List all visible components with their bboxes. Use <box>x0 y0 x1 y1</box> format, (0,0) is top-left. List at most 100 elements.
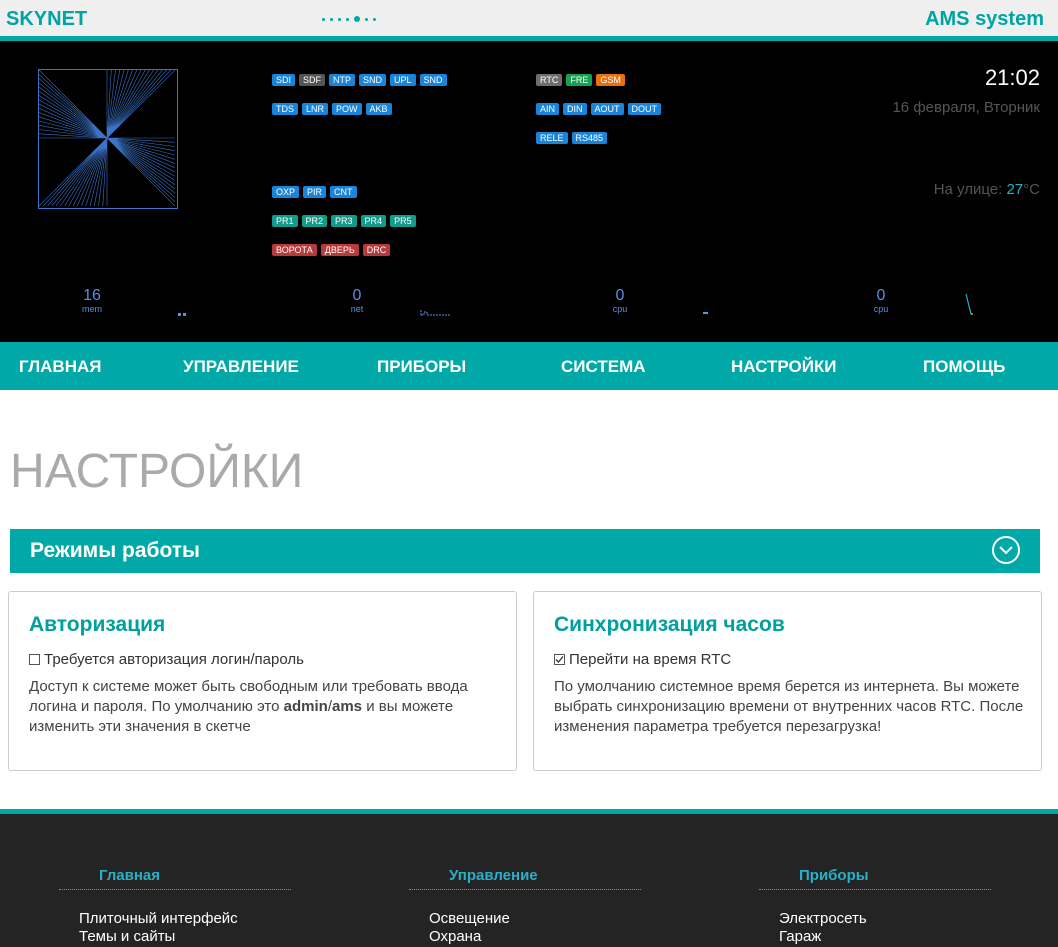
stat-cpu-2: 0 cpu <box>851 287 911 315</box>
status-badge[interactable]: AIN <box>536 103 560 115</box>
status-badge[interactable]: SDF <box>299 74 326 86</box>
badge-row: SDI SDF NTP SND UPL SND <box>272 74 447 86</box>
status-badge[interactable]: TDS <box>272 103 298 115</box>
card-description: По умолчанию системное время берется из … <box>554 678 1024 735</box>
loading-dots-icon <box>322 16 376 22</box>
stat-label: net <box>350 304 364 314</box>
badge-row: OXP PIR CNT <box>272 186 357 198</box>
badge-row: RTC FRE GSM <box>536 74 625 86</box>
status-badge[interactable]: CNT <box>330 186 357 198</box>
page-title: НАСТРОЙКИ <box>10 445 304 498</box>
stat-value: 0 <box>876 287 886 304</box>
status-badge[interactable]: PR2 <box>301 215 328 227</box>
checkbox-label: Перейти на время RTC <box>569 651 732 668</box>
clock-time: 21:02 <box>984 65 1040 90</box>
status-badge[interactable]: DOUT <box>627 103 662 115</box>
dashboard-panel: SDI SDF NTP SND UPL SND TDS LNR POW AKB OXP PIR CNT P… <box>0 41 1058 342</box>
status-badge[interactable]: RELE <box>536 132 568 144</box>
status-badge[interactable]: SND <box>359 74 387 86</box>
status-badge[interactable]: RTC <box>536 74 563 86</box>
rtc-time-checkbox[interactable]: Перейти на время RTC <box>554 651 731 668</box>
section-header-modes[interactable]: Режимы работы <box>10 529 1040 573</box>
stat-value: 0 <box>352 287 362 304</box>
footer-link[interactable]: Гараж <box>779 928 821 945</box>
stat-label: cpu <box>612 304 628 314</box>
card-authorization: Авторизация Требуется авторизация логин/… <box>8 591 517 771</box>
outside-temp-unit: °C <box>1023 181 1040 198</box>
section-title: Режимы работы <box>30 539 200 562</box>
card-description: Доступ к системе может быть свободным ил… <box>29 677 502 737</box>
footer-link[interactable]: Освещение <box>429 910 510 927</box>
stat-value: 0 <box>615 287 625 304</box>
status-badge[interactable]: PR1 <box>272 215 298 227</box>
top-bar: SKYNET AMS system <box>0 0 1058 41</box>
status-badge[interactable]: PR4 <box>360 215 387 227</box>
card-title: Синхронизация часов <box>554 613 785 636</box>
status-badge[interactable]: AKB <box>365 103 392 115</box>
skynet-logo-icon <box>38 69 178 209</box>
stat-label: mem <box>82 304 102 314</box>
chevron-down-icon[interactable] <box>992 536 1020 564</box>
badge-row: AIN DIN AOUT DOUT <box>536 103 662 115</box>
net-sparkline-icon <box>420 309 451 316</box>
badge-row: PR1 PR2 PR3 PR4 PR5 <box>272 215 416 227</box>
stat-value: 16 <box>83 287 101 304</box>
nav-item-settings[interactable]: НАСТРОЙКИ <box>731 357 837 377</box>
checkbox-unchecked-icon[interactable] <box>29 654 40 665</box>
footer-divider <box>59 889 291 890</box>
main-navigation: ГЛАВНАЯ УПРАВЛЕНИЕ ПРИБОРЫ СИСТЕМА НАСТР… <box>0 342 1058 390</box>
status-badge[interactable]: PIR <box>303 186 327 198</box>
cpu-2-sparkline-icon <box>965 293 973 315</box>
current-date: 16 февраля, Вторник <box>892 99 1040 116</box>
stat-cpu: 0 cpu <box>590 287 650 315</box>
footer-divider <box>759 889 991 890</box>
footer-heading[interactable]: Приборы <box>799 867 869 884</box>
status-badge[interactable]: UPL <box>390 74 416 86</box>
status-badge[interactable]: RS485 <box>571 132 608 144</box>
badge-row: TDS LNR POW AKB <box>272 103 392 115</box>
status-badge[interactable]: SND <box>419 74 447 86</box>
footer-link[interactable]: Охрана <box>429 928 481 945</box>
outside-label: На улице: <box>933 181 1007 198</box>
status-badge[interactable]: GSM <box>596 74 625 86</box>
footer-heading[interactable]: Управление <box>449 867 538 884</box>
system-name: AMS system <box>925 8 1044 30</box>
outside-temperature: На улице: 27°C <box>934 181 1040 198</box>
status-badge[interactable]: LNR <box>302 103 329 115</box>
footer-link[interactable]: Электросеть <box>779 910 867 927</box>
status-badge[interactable]: FRE <box>566 74 593 86</box>
status-badge[interactable]: OXP <box>272 186 300 198</box>
nav-item-home[interactable]: ГЛАВНАЯ <box>19 357 101 377</box>
card-title: Авторизация <box>29 613 166 636</box>
footer: Главная Плиточный интерфейс Темы и сайты… <box>0 809 1058 947</box>
default-password: ams <box>332 698 363 715</box>
status-badge[interactable]: DIN <box>563 103 587 115</box>
status-badge[interactable]: PR3 <box>331 215 357 227</box>
checkbox-label: Требуется авторизация логин/пароль <box>44 651 304 668</box>
auth-required-checkbox[interactable]: Требуется авторизация логин/пароль <box>29 651 304 668</box>
brand-logo-text[interactable]: SKYNET <box>6 8 87 31</box>
status-badge[interactable]: AOUT <box>590 103 624 115</box>
cpu-sparkline-icon <box>703 312 708 314</box>
status-badge[interactable]: NTP <box>329 74 356 86</box>
nav-item-help[interactable]: ПОМОЩЬ <box>923 357 1005 377</box>
status-badge[interactable]: DRC <box>362 244 391 256</box>
footer-link[interactable]: Плиточный интерфейс <box>79 910 238 927</box>
status-badge[interactable]: SDI <box>272 74 296 86</box>
status-badge[interactable]: POW <box>332 103 362 115</box>
stat-label: cpu <box>873 304 889 314</box>
outside-temp-value: 27 <box>1006 181 1024 198</box>
footer-heading[interactable]: Главная <box>99 867 160 884</box>
status-badge[interactable]: PR5 <box>390 215 416 227</box>
stat-net: 0 net <box>327 287 387 315</box>
nav-item-system[interactable]: СИСТЕМА <box>561 357 646 377</box>
footer-link[interactable]: Темы и сайты <box>79 928 175 945</box>
checkbox-checked-icon[interactable] <box>554 654 565 665</box>
nav-item-control[interactable]: УПРАВЛЕНИЕ <box>183 357 299 377</box>
status-badge[interactable]: ДВЕРЬ <box>320 244 359 256</box>
footer-divider <box>409 889 641 890</box>
status-badge[interactable]: ВОРОТА <box>272 244 317 256</box>
badge-row: RELE RS485 <box>536 132 608 144</box>
stat-mem: 16 mem <box>62 287 122 315</box>
nav-item-devices[interactable]: ПРИБОРЫ <box>377 357 466 377</box>
